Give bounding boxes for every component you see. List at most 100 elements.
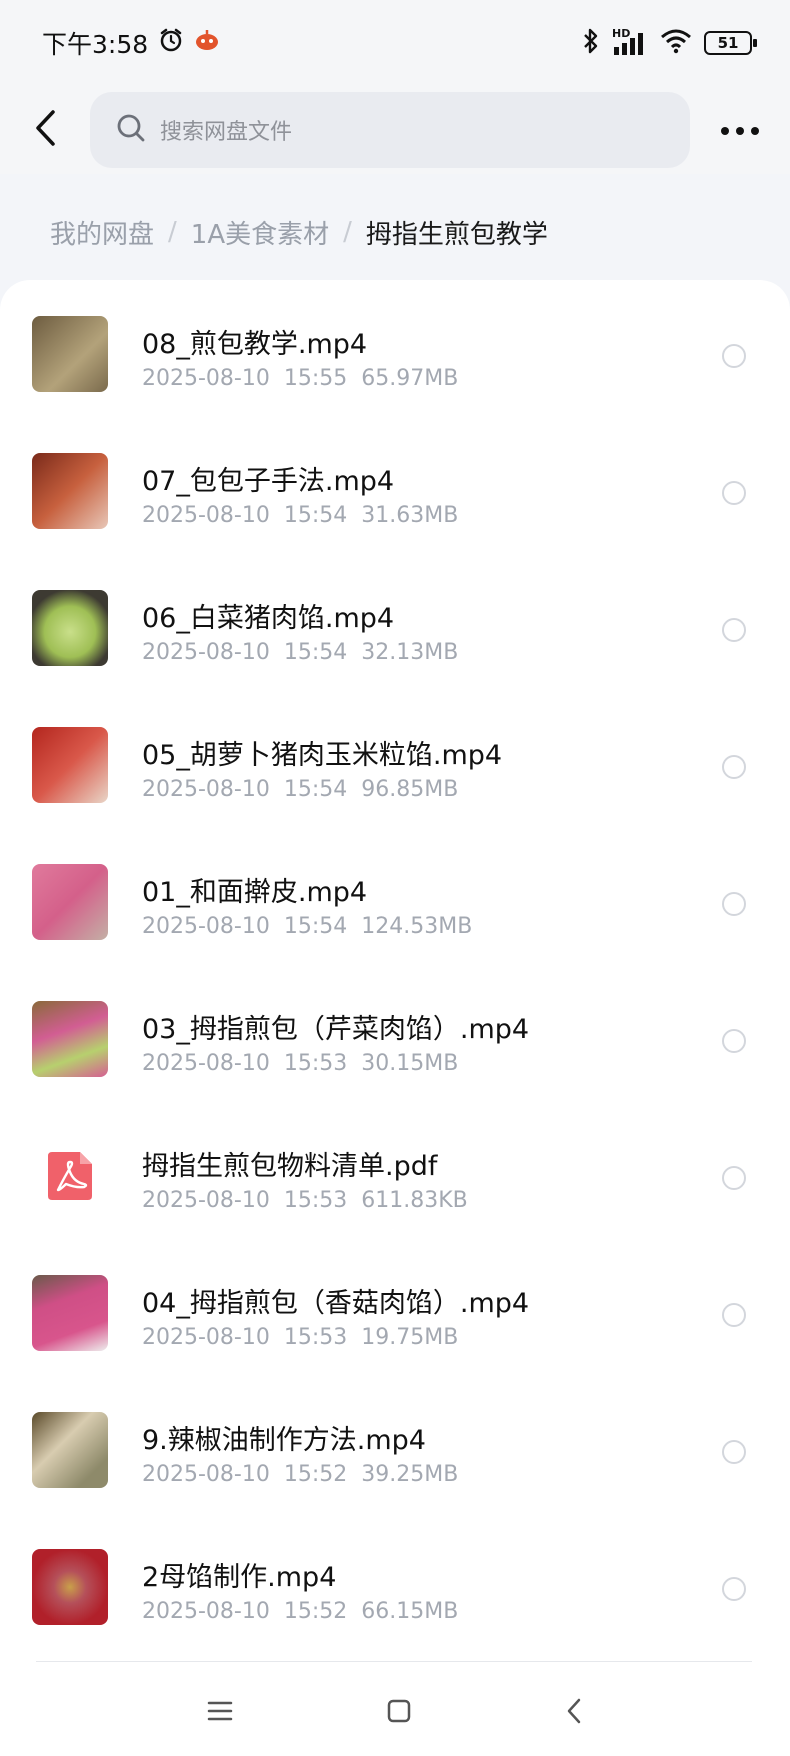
file-thumbnail — [32, 727, 108, 803]
file-time: 15:53 — [283, 1325, 348, 1350]
file-size: 96.85MB — [361, 777, 459, 802]
file-size: 31.63MB — [361, 503, 459, 528]
file-row[interactable]: 01_和面擀皮.mp4 2025-08-10 15:54 124.53MB — [0, 828, 790, 965]
file-row[interactable]: 05_胡萝卜猪肉玉米粒馅.mp4 2025-08-10 15:54 96.85M… — [0, 691, 790, 828]
select-radio[interactable] — [722, 344, 746, 368]
breadcrumb-item-current: 拇指生煎包教学 — [365, 219, 548, 250]
back-button[interactable] — [0, 86, 90, 174]
file-date: 2025-08-10 — [142, 1051, 270, 1076]
file-name: 2母馅制作.mp4 — [142, 1562, 337, 1593]
status-bar: 下午3:58 HD 51 — [0, 0, 790, 86]
breadcrumb: 我的网盘 / 1A美食素材 / 拇指生煎包教学 — [0, 196, 790, 268]
file-meta: 2025-08-10 15:54 96.85MB — [142, 777, 458, 802]
status-right: HD 51 — [582, 27, 757, 60]
file-row[interactable]: 9.辣椒油制作方法.mp4 2025-08-10 15:52 39.25MB — [0, 1376, 790, 1513]
breadcrumb-item-folder[interactable]: 1A美食素材 — [191, 214, 329, 251]
select-radio[interactable] — [722, 1303, 746, 1327]
file-thumbnail — [32, 453, 108, 529]
search-placeholder: 搜索网盘文件 — [160, 120, 293, 145]
file-meta: 2025-08-10 15:54 31.63MB — [142, 503, 458, 528]
file-meta: 2025-08-10 15:52 66.15MB — [142, 1599, 458, 1624]
chevron-left-icon — [33, 108, 57, 152]
file-row[interactable]: 07_包包子手法.mp4 2025-08-10 15:54 31.63MB — [0, 417, 790, 554]
file-row[interactable]: 03_拇指煎包（芹菜肉馅）.mp4 2025-08-10 15:53 30.15… — [0, 965, 790, 1102]
divider — [36, 1661, 752, 1662]
breadcrumb-separator: / — [343, 217, 352, 247]
file-thumbnail — [32, 1412, 108, 1488]
file-row[interactable]: 04_拇指煎包（香菇肉馅）.mp4 2025-08-10 15:53 19.75… — [0, 1239, 790, 1376]
file-time: 15:54 — [283, 914, 348, 939]
select-radio[interactable] — [722, 618, 746, 642]
file-name: 01_和面擀皮.mp4 — [142, 877, 368, 908]
file-size: 30.15MB — [361, 1051, 459, 1076]
select-radio[interactable] — [722, 1577, 746, 1601]
file-row[interactable]: 拇指生煎包物料清单.pdf 2025-08-10 15:53 611.83KB — [0, 1102, 790, 1239]
select-radio[interactable] — [722, 481, 746, 505]
file-name: 04_拇指煎包（香菇肉馅）.mp4 — [142, 1288, 530, 1319]
file-row[interactable]: 06_白菜猪肉馅.mp4 2025-08-10 15:54 32.13MB — [0, 554, 790, 691]
file-size: 39.25MB — [361, 1462, 459, 1487]
file-meta: 2025-08-10 15:52 39.25MB — [142, 1462, 458, 1487]
alarm-icon — [158, 27, 184, 59]
file-date: 2025-08-10 — [142, 914, 270, 939]
file-size: 65.97MB — [361, 366, 459, 391]
file-meta: 2025-08-10 15:54 124.53MB — [142, 914, 472, 939]
status-left: 下午3:58 — [42, 25, 220, 61]
select-radio[interactable] — [722, 1029, 746, 1053]
wifi-icon — [660, 28, 692, 59]
file-time: 15:54 — [283, 777, 348, 802]
file-size: 124.53MB — [361, 914, 473, 939]
file-thumbnail — [32, 590, 108, 666]
pdf-file-icon — [32, 1138, 108, 1214]
bluetooth-icon — [582, 27, 600, 60]
more-dots-icon — [720, 121, 760, 140]
menu-icon[interactable] — [207, 1700, 233, 1726]
file-time: 15:53 — [283, 1051, 348, 1076]
app-notification-icon — [194, 27, 220, 59]
top-bar: 搜索网盘文件 — [0, 86, 790, 174]
file-date: 2025-08-10 — [142, 503, 270, 528]
system-nav-bar — [0, 1670, 790, 1756]
file-time: 15:54 — [283, 640, 348, 665]
breadcrumb-item-root[interactable]: 我的网盘 — [50, 214, 154, 251]
file-date: 2025-08-10 — [142, 1325, 270, 1350]
file-thumbnail — [32, 1001, 108, 1077]
select-radio[interactable] — [722, 1440, 746, 1464]
file-name: 08_煎包教学.mp4 — [142, 329, 368, 360]
file-size: 611.83KB — [361, 1188, 468, 1213]
file-date: 2025-08-10 — [142, 1462, 270, 1487]
file-name: 9.辣椒油制作方法.mp4 — [142, 1425, 426, 1456]
cellular-signal-icon: HD — [612, 27, 648, 57]
file-thumbnail — [32, 1549, 108, 1625]
file-time: 15:52 — [283, 1599, 348, 1624]
file-time: 15:54 — [283, 503, 348, 528]
file-time: 15:55 — [283, 366, 348, 391]
file-name: 05_胡萝卜猪肉玉米粒馅.mp4 — [142, 740, 503, 771]
file-time: 15:53 — [283, 1188, 348, 1213]
file-date: 2025-08-10 — [142, 1188, 270, 1213]
file-name: 06_白菜猪肉馅.mp4 — [142, 603, 395, 634]
file-meta: 2025-08-10 15:53 611.83KB — [142, 1188, 468, 1213]
home-icon[interactable] — [386, 1698, 412, 1728]
select-radio[interactable] — [722, 1166, 746, 1190]
file-row[interactable]: 2母馅制作.mp4 2025-08-10 15:52 66.15MB — [0, 1513, 790, 1650]
file-date: 2025-08-10 — [142, 777, 270, 802]
search-input[interactable]: 搜索网盘文件 — [90, 92, 690, 168]
select-radio[interactable] — [722, 755, 746, 779]
search-icon — [116, 113, 146, 147]
file-meta: 2025-08-10 15:53 30.15MB — [142, 1051, 458, 1076]
file-meta: 2025-08-10 15:53 19.75MB — [142, 1325, 458, 1350]
file-size: 66.15MB — [361, 1599, 459, 1624]
more-options-button[interactable] — [690, 86, 790, 174]
file-date: 2025-08-10 — [142, 1599, 270, 1624]
file-size: 32.13MB — [361, 640, 459, 665]
file-size: 19.75MB — [361, 1325, 459, 1350]
file-meta: 2025-08-10 15:54 32.13MB — [142, 640, 458, 665]
file-row[interactable]: 08_煎包教学.mp4 2025-08-10 15:55 65.97MB — [0, 280, 790, 417]
select-radio[interactable] — [722, 892, 746, 916]
file-date: 2025-08-10 — [142, 366, 270, 391]
file-date: 2025-08-10 — [142, 640, 270, 665]
status-time: 下午3:58 — [42, 30, 149, 59]
breadcrumb-separator: / — [168, 217, 177, 247]
back-nav-icon[interactable] — [565, 1697, 583, 1729]
